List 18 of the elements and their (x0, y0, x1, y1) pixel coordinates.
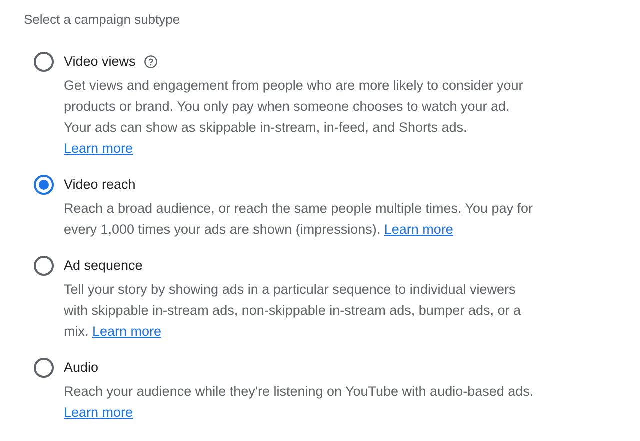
radio-button[interactable] (34, 256, 54, 276)
learn-more-link[interactable]: Learn more (64, 405, 134, 420)
option-description: Reach your audience while they're listening on YouTube with audio-based ads. Learn more (64, 383, 534, 422)
option-label[interactable]: Video views (64, 53, 136, 71)
option-label[interactable]: Audio (64, 359, 99, 377)
radio-button[interactable] (34, 52, 54, 72)
radio-button[interactable] (34, 175, 54, 195)
learn-more-link[interactable]: Learn more (64, 141, 134, 156)
option-label[interactable]: Ad sequence (64, 257, 143, 275)
option-description: Reach a broad audience, or reach the same people multiple times. You pay for every 1,000 times your ads are shown (impressions). Learn more (64, 200, 534, 239)
option-label[interactable]: Video reach (64, 176, 136, 194)
help-icon[interactable] (144, 55, 158, 69)
option-description: Tell your story by showing ads in a particular sequence to individual viewers with skippable in-stream ads, non-skippable in-stream ads, bumper ads, or a mix. Learn more (64, 281, 521, 341)
learn-more-link[interactable]: Learn more (384, 222, 454, 237)
section-heading: Select a campaign subtype (24, 11, 182, 29)
option-description: Get views and engagement from people who are more likely to consider your products or brand. You only pay when someone chooses to watch your ad. Your ads can show as skippable in-stream, in-feed, and Shorts ads. Learn more (64, 77, 524, 158)
radio-button[interactable] (34, 358, 54, 378)
learn-more-link[interactable]: Learn more (92, 324, 162, 339)
